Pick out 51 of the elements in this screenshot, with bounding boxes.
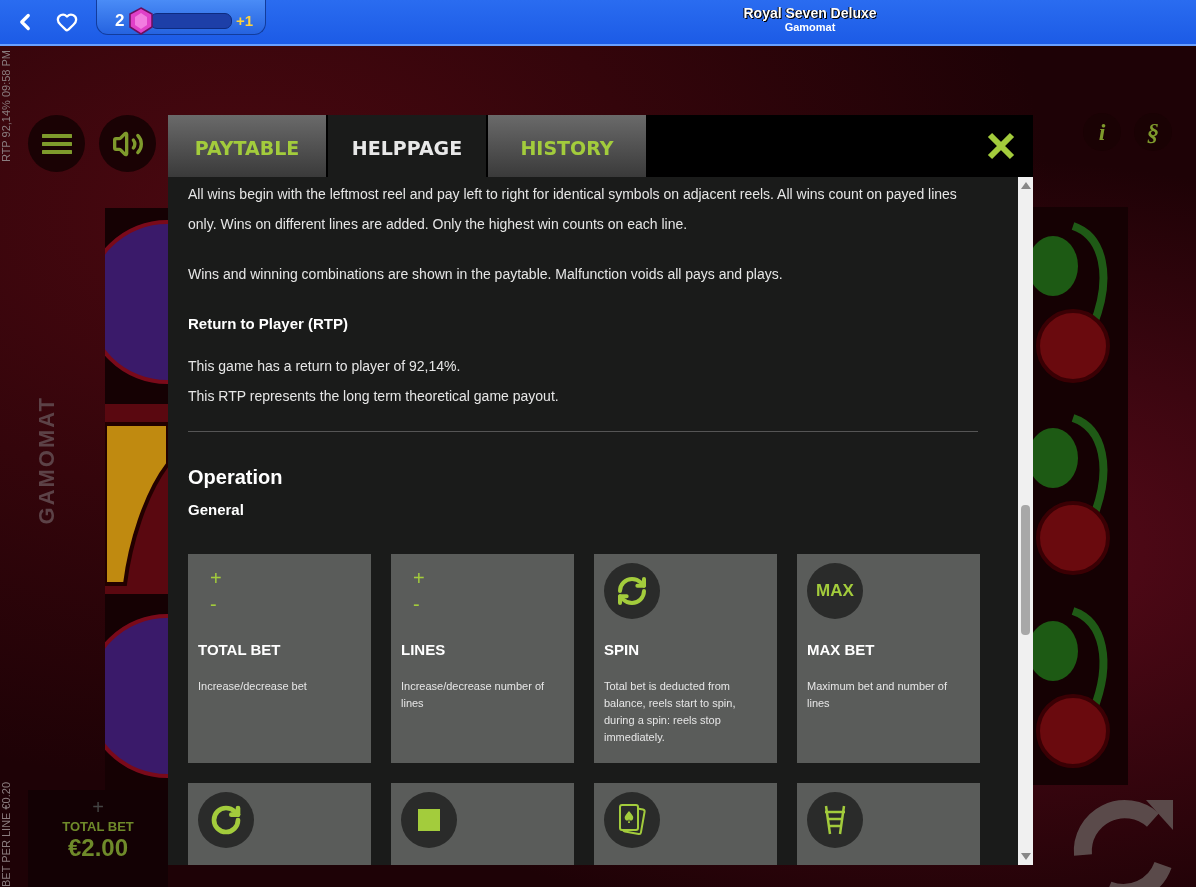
total-bet-label: TOTAL BET xyxy=(62,819,134,834)
minus-sign: - xyxy=(209,592,218,617)
level-badge[interactable]: 2 +1 xyxy=(96,0,266,35)
dialog-tab[interactable]: HELPPAGE xyxy=(328,115,488,177)
menu-button[interactable] xyxy=(28,115,85,172)
playing-cards-icon xyxy=(604,792,660,848)
dialog-tab[interactable]: PAYTABLE xyxy=(168,115,328,177)
plus-sign: + xyxy=(209,566,223,591)
help-text-line: This game has a return to player of 92,14%. xyxy=(188,357,462,376)
game-title: Royal Seven Deluxe xyxy=(743,5,877,21)
ladder-icon xyxy=(807,792,863,848)
scroll-down-icon[interactable] xyxy=(1020,853,1031,861)
spin-icon xyxy=(604,563,660,619)
close-icon[interactable] xyxy=(987,132,1015,160)
total-bet-panel[interactable]: + TOTAL BET €2.00 xyxy=(28,790,168,887)
bet-per-line-text: BET PER LINE €0.20 xyxy=(0,782,13,887)
info-button[interactable]: i xyxy=(1083,113,1121,151)
minus-sign: - xyxy=(412,592,421,617)
scroll-up-icon[interactable] xyxy=(1020,181,1031,189)
plus-sign: + xyxy=(92,796,104,819)
control-description: Maximum bet and number of lines xyxy=(807,679,948,711)
max-bet-icon: MAX xyxy=(807,563,863,619)
help-text-line: This RTP represents the long term theoretical game payout. xyxy=(188,387,560,406)
gem-icon xyxy=(128,6,155,35)
subsection-title: General xyxy=(188,501,245,518)
scrollbar-thumb[interactable] xyxy=(1021,505,1030,635)
rules-button[interactable]: § xyxy=(1134,113,1172,151)
dialog-tab[interactable]: HISTORY xyxy=(488,115,648,177)
help-paragraph: Wins and winning combinations are shown in the paytable. Malfunction voids all pays and plays. xyxy=(188,265,784,284)
brand-text: GAMOMAT xyxy=(34,396,60,525)
scrollbar[interactable] xyxy=(1018,177,1033,865)
control-description: Increase/decrease number of lines xyxy=(401,679,546,711)
section-heading: Operation xyxy=(188,466,284,489)
rtp-time-text: RTP 92,14% 09:58 PM xyxy=(0,50,13,163)
total-bet-value: €2.00 xyxy=(67,834,129,862)
bonus-count: +1 xyxy=(235,12,253,29)
control-title: LINES xyxy=(401,641,447,658)
sound-button[interactable] xyxy=(99,115,156,172)
stop-icon xyxy=(401,792,457,848)
control-title: MAX BET xyxy=(807,641,876,658)
help-paragraph: All wins begin with the leftmost reel and pay left to right for identical symbols on adjacent reels. All wins count on payed lines only. Wins on different lines are added. Only the highest win counts on each line. xyxy=(188,185,958,234)
level-number: 2 xyxy=(115,10,125,31)
menu-icon[interactable] xyxy=(41,132,72,155)
heart-icon[interactable] xyxy=(56,11,78,33)
plus-sign: + xyxy=(412,566,426,591)
section-title: Return to Player (RTP) xyxy=(188,314,350,334)
control-description: Increase/decrease bet xyxy=(198,679,308,694)
game-provider: Gamomat xyxy=(784,21,836,33)
control-title: TOTAL BET xyxy=(198,641,282,658)
control-description: Total bet is deducted from balance, reels start to spin, during a spin: reels stop immediately. xyxy=(604,679,737,745)
control-title: SPIN xyxy=(604,641,640,658)
